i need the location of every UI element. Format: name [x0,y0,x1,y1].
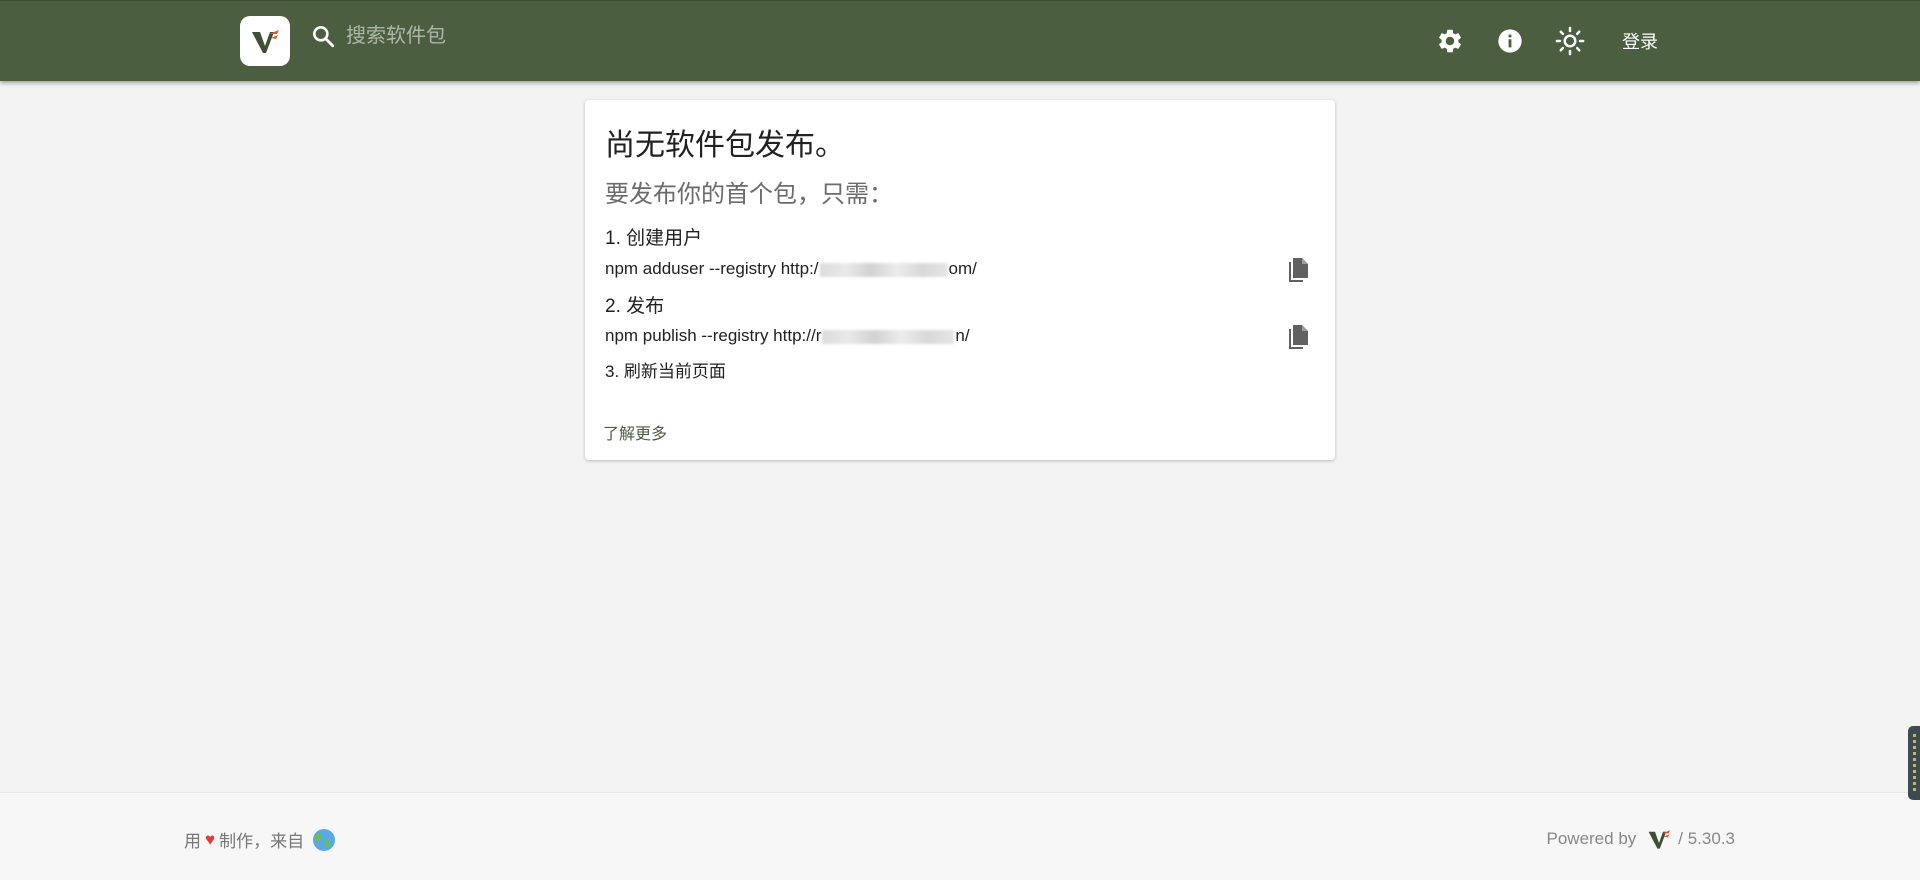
help-card: 尚无软件包发布。 要发布你的首个包，只需： 1. 创建用户 npm adduse… [585,100,1335,460]
made-with-suffix: 制作，来自 [219,832,305,851]
verdaccio-logo[interactable] [240,16,290,66]
settings-icon [1439,29,1461,53]
globe-icon [312,828,336,852]
search-input[interactable] [344,23,948,49]
card-subtitle: 要发布你的首个包，只需： [605,181,893,208]
theme-toggle-button[interactable] [1554,25,1586,57]
publish-command: npm publish --registry http://r n/ [605,326,970,346]
adduser-command: npm adduser --registry http:/ om/ [605,259,977,279]
copy-icon [1289,325,1308,349]
verdaccio-logo-icon [1648,830,1671,849]
version-label: / 5.30.3 [1678,829,1735,848]
made-with-prefix: 用 [184,832,201,851]
adduser-command-suffix: om/ [948,259,977,278]
redacted-host [819,262,948,277]
copy-adduser-button[interactable] [1285,256,1311,284]
publish-command-prefix: npm publish --registry http://r [605,326,822,345]
info-button[interactable] [1494,25,1526,57]
theme-brightness-icon [1555,26,1585,56]
settings-button[interactable] [1434,25,1466,57]
side-widget-handle[interactable] [1908,726,1920,800]
page-footer: 用 ♥ 制作，来自 Powered by / 5.30.3 [0,792,1920,880]
search-bar[interactable] [310,23,948,49]
redacted-host [822,329,955,344]
publish-command-suffix: n/ [955,326,970,345]
learn-more-link[interactable]: 了解更多 [603,420,667,444]
step-create-user-label: 1. 创建用户 [605,228,703,249]
app-header: 登录 [0,0,1920,81]
heart-icon: ♥ [205,829,216,849]
search-icon [313,26,335,48]
made-with-love: 用 ♥ 制作，来自 [184,827,336,852]
page-title: 尚无软件包发布。 [605,129,845,162]
copy-publish-button[interactable] [1285,323,1311,351]
powered-by-label: Powered by [1546,829,1637,848]
verdaccio-logo-icon [252,30,279,53]
info-icon [1498,29,1522,53]
step-refresh-label: 3. 刷新当前页面 [605,362,726,381]
step-publish-label: 2. 发布 [605,296,665,317]
adduser-command-prefix: npm adduser --registry http:/ [605,259,819,278]
powered-by: Powered by / 5.30.3 [1546,827,1735,851]
login-button[interactable]: 登录 [1610,27,1670,57]
copy-icon [1289,258,1308,282]
